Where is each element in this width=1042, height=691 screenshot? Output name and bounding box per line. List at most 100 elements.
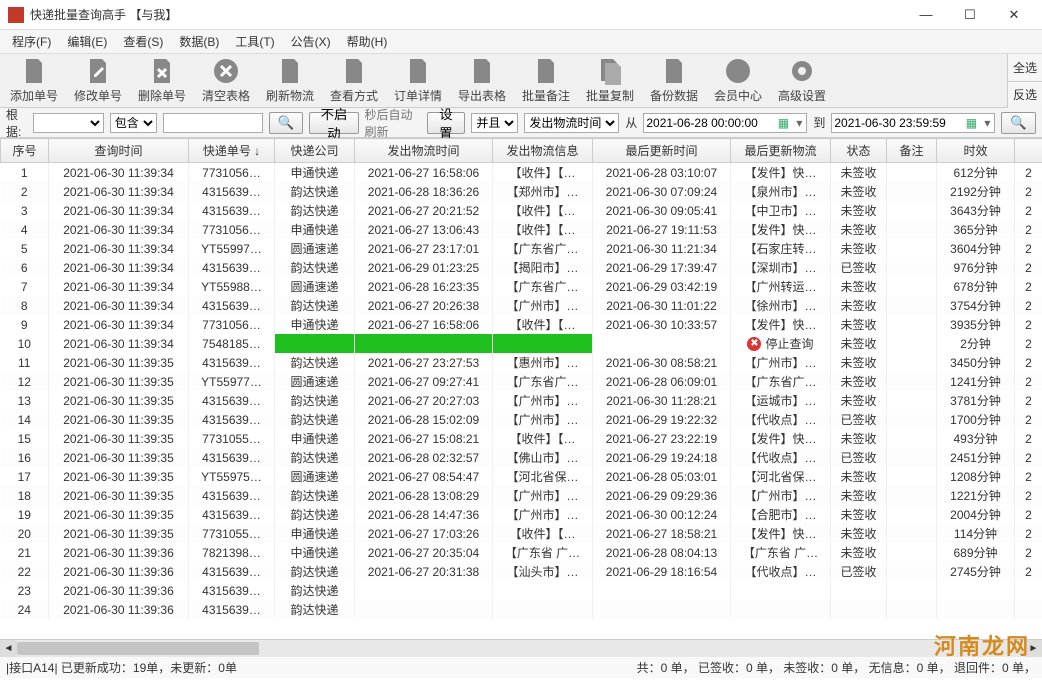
scroll-track[interactable] [17, 640, 1025, 657]
filter-search-button[interactable]: 🔍 [1001, 112, 1036, 134]
table-row[interactable]: 42021-06-30 11:39:347731056…申通快递2021-06-… [1, 220, 1042, 239]
column-header[interactable]: 状态 [831, 139, 887, 163]
tool-clear-button[interactable]: 清空表格 [198, 56, 254, 106]
table-row[interactable]: 142021-06-30 11:39:354315639…韵达快递2021-06… [1, 410, 1042, 429]
tool-del-button[interactable]: 删除单号 [134, 56, 190, 106]
column-header[interactable]: 查询时间 [49, 139, 189, 163]
horizontal-scrollbar[interactable]: ◄ ► [0, 639, 1042, 656]
table-row[interactable]: 172021-06-30 11:39:35YT55975…圆通速递2021-06… [1, 467, 1042, 486]
time-field-select[interactable]: 发出物流时间 [524, 113, 619, 133]
column-header[interactable]: 备注 [887, 139, 937, 163]
table-row[interactable]: 242021-06-30 11:39:364315639…韵达快递 [1, 600, 1042, 619]
menu-item[interactable]: 查看(S) [117, 31, 169, 52]
date-to-picker[interactable]: ▦ ▾ [831, 113, 995, 133]
table-row[interactable]: 12021-06-30 11:39:347731056…申通快递2021-06-… [1, 163, 1042, 183]
table-row[interactable]: 212021-06-30 11:39:367821398…中通快递2021-06… [1, 543, 1042, 562]
select-all-button[interactable]: 全选 [1008, 54, 1042, 82]
table-row[interactable]: 102021-06-30 11:39:347548185…✖停止查询未签收2分钟… [1, 334, 1042, 353]
stop-query-button[interactable]: ✖停止查询 [747, 335, 813, 352]
column-header[interactable]: 最后更新物流 [731, 139, 831, 163]
tool-edit-button[interactable]: 修改单号 [70, 56, 126, 106]
cell-ex [1015, 581, 1042, 600]
tool-add-button[interactable]: 添加单号 [6, 56, 62, 106]
date-to-input[interactable] [832, 114, 962, 132]
column-header[interactable]: 快递公司 [275, 139, 355, 163]
chevron-down-icon[interactable]: ▾ [980, 116, 994, 130]
tool-viewmode-button[interactable]: 查看方式 [326, 56, 382, 106]
cell-co: 韵达快递 [275, 448, 355, 467]
table-row[interactable]: 112021-06-30 11:39:354315639…韵达快递2021-06… [1, 353, 1042, 372]
status-bar: |接口A14| 已更新成功：19单，未更新：0单 共：0 单， 已签收：0 单，… [0, 656, 1042, 678]
maximize-button[interactable]: ☐ [950, 3, 990, 27]
cell-li: 【中卫市】… [731, 201, 831, 220]
table-row[interactable]: 232021-06-30 11:39:364315639…韵达快递 [1, 581, 1042, 600]
table-row[interactable]: 152021-06-30 11:39:357731055…申通快递2021-06… [1, 429, 1042, 448]
cell-remark [887, 581, 937, 600]
search-input[interactable] [163, 113, 263, 133]
tool-member-button[interactable]: 会员中心 [710, 56, 766, 106]
table-row[interactable]: 222021-06-30 11:39:364315639…韵达快递2021-06… [1, 562, 1042, 581]
cell-no: 4315639… [189, 600, 275, 619]
table-row[interactable]: 202021-06-30 11:39:357731055…申通快递2021-06… [1, 524, 1042, 543]
cell-stts: 未签收 [831, 543, 887, 562]
tool-backup-button[interactable]: 备份数据 [646, 56, 702, 106]
table-row[interactable]: 182021-06-30 11:39:354315639…韵达快递2021-06… [1, 486, 1042, 505]
menu-item[interactable]: 工具(T) [229, 31, 280, 52]
column-header[interactable]: 最后更新时间 [593, 139, 731, 163]
date-from-input[interactable] [644, 114, 774, 132]
scroll-thumb[interactable] [17, 642, 259, 655]
cell-qt: 2021-06-30 11:39:34 [49, 220, 189, 239]
and-select[interactable]: 并且 [471, 113, 518, 133]
table-row[interactable]: 62021-06-30 11:39:344315639…韵达快递2021-06-… [1, 258, 1042, 277]
tool-detail-button[interactable]: 订单详情 [390, 56, 446, 106]
date-from-picker[interactable]: ▦ ▾ [643, 113, 807, 133]
column-header[interactable]: 序号 [1, 139, 49, 163]
cell-stts: 未签收 [831, 239, 887, 258]
tool-export-button[interactable]: 导出表格 [454, 56, 510, 106]
cell-dur: 1241分钟 [937, 372, 1015, 391]
cell-li: 【泉州市】… [731, 182, 831, 201]
minimize-button[interactable]: — [906, 3, 946, 27]
cell-no: YT55997… [189, 239, 275, 258]
calendar-icon[interactable]: ▦ [774, 116, 792, 130]
menu-item[interactable]: 编辑(E) [61, 31, 113, 52]
column-header[interactable]: 发出物流信息 [493, 139, 593, 163]
menu-item[interactable]: 数据(B) [173, 31, 225, 52]
table-row[interactable]: 32021-06-30 11:39:344315639…韵达快递2021-06-… [1, 201, 1042, 220]
chevron-down-icon[interactable]: ▾ [792, 116, 806, 130]
cell-dur: 493分钟 [937, 429, 1015, 448]
tool-batchcopy-button[interactable]: 批量复制 [582, 56, 638, 106]
table-row[interactable]: 82021-06-30 11:39:344315639…韵达快递2021-06-… [1, 296, 1042, 315]
cell-qt: 2021-06-30 11:39:35 [49, 353, 189, 372]
root-field-select[interactable] [33, 113, 104, 133]
invert-selection-button[interactable]: 反选 [1008, 82, 1042, 109]
close-button[interactable]: ✕ [994, 3, 1034, 27]
menu-item[interactable]: 程序(F) [6, 31, 57, 52]
table-row[interactable]: 122021-06-30 11:39:35YT55977…圆通速递2021-06… [1, 372, 1042, 391]
column-header[interactable]: 快递单号 ↓ [189, 139, 275, 163]
table-row[interactable]: 192021-06-30 11:39:354315639…韵达快递2021-06… [1, 505, 1042, 524]
no-start-button[interactable]: 不启动 [309, 112, 358, 134]
table-row[interactable]: 162021-06-30 11:39:354315639…韵达快递2021-06… [1, 448, 1042, 467]
column-header[interactable]: 时效 [937, 139, 1015, 163]
table-row[interactable]: 132021-06-30 11:39:354315639…韵达快递2021-06… [1, 391, 1042, 410]
tool-refresh-button[interactable]: 刷新物流 [262, 56, 318, 106]
column-header[interactable]: 发出物流时间 [355, 139, 493, 163]
table-row[interactable]: 92021-06-30 11:39:347731056…申通快递2021-06-… [1, 315, 1042, 334]
tool-advanced-button[interactable]: 高级设置 [774, 56, 830, 106]
cell-li: 【广东省广… [731, 372, 831, 391]
tool-batchremark-button[interactable]: 批量备注 [518, 56, 574, 106]
menu-item[interactable]: 帮助(H) [341, 31, 394, 52]
search-button[interactable]: 🔍 [269, 112, 304, 134]
table-row[interactable]: 52021-06-30 11:39:34YT55997…圆通速递2021-06-… [1, 239, 1042, 258]
calendar-icon[interactable]: ▦ [962, 116, 980, 130]
menu-item[interactable]: 公告(X) [285, 31, 337, 52]
scroll-right-arrow[interactable]: ► [1025, 640, 1042, 657]
table-row[interactable]: 72021-06-30 11:39:34YT55988…圆通速递2021-06-… [1, 277, 1042, 296]
settings-button[interactable]: 设置 [427, 112, 466, 134]
cell-li: 【广州市】… [731, 353, 831, 372]
table-row[interactable]: 22021-06-30 11:39:344315639…韵达快递2021-06-… [1, 182, 1042, 201]
scroll-left-arrow[interactable]: ◄ [0, 640, 17, 657]
contain-select[interactable]: 包含 [110, 113, 157, 133]
column-header[interactable] [1015, 139, 1042, 163]
